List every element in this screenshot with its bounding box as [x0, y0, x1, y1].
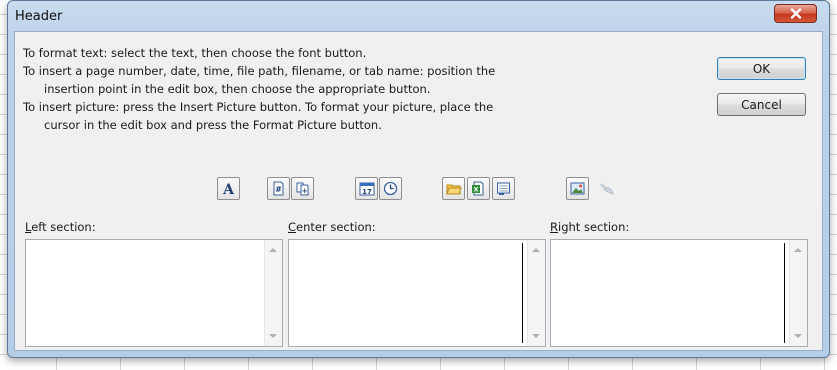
svg-text:#: # — [275, 185, 282, 194]
svg-text:+: + — [302, 187, 308, 195]
excel-file-icon: X — [472, 181, 484, 196]
insert-page-number-button[interactable]: # — [267, 177, 290, 200]
text-caret — [784, 243, 785, 343]
instructions: To format text: select the text, then ch… — [23, 44, 495, 134]
text-caret — [522, 243, 523, 343]
ok-button[interactable]: OK — [717, 57, 806, 80]
instruction-line: To format text: select the text, then ch… — [23, 46, 367, 60]
instruction-line: To insert picture: press the Insert Pict… — [23, 100, 494, 114]
dialog-titlebar[interactable]: Header — [8, 1, 829, 31]
clock-icon — [383, 181, 398, 196]
scroll-up-icon[interactable] — [794, 248, 802, 252]
format-text-button[interactable]: A — [217, 177, 240, 200]
page-number-icon: # — [273, 181, 284, 196]
scroll-up-icon[interactable] — [269, 248, 277, 252]
dialog-client-area: To format text: select the text, then ch… — [14, 31, 823, 351]
left-section-label: Left section: — [25, 220, 96, 234]
close-button[interactable] — [774, 4, 817, 23]
svg-text:17: 17 — [362, 188, 372, 196]
scroll-up-icon[interactable] — [532, 248, 540, 252]
svg-text:A: A — [222, 182, 235, 196]
font-A-icon: A — [222, 182, 235, 196]
dialog-title: Header — [15, 9, 63, 24]
format-picture-icon — [599, 183, 614, 196]
instruction-line: cursor in the edit box and press the For… — [44, 118, 382, 132]
close-x-icon — [790, 8, 801, 19]
format-picture-button[interactable] — [595, 177, 618, 200]
insert-picture-button[interactable] — [566, 177, 589, 200]
insert-time-button[interactable] — [379, 177, 402, 200]
header-dialog: Header To format text: select the text, … — [7, 0, 830, 358]
insert-date-button[interactable]: 17 — [355, 177, 378, 200]
insert-file-path-button[interactable] — [442, 177, 465, 200]
insert-file-name-button[interactable]: X — [467, 177, 490, 200]
left-section-scrollbar[interactable] — [264, 240, 282, 346]
calendar-icon: 17 — [359, 182, 374, 196]
left-section-text[interactable] — [26, 240, 264, 346]
right-section-label: Right section: — [550, 220, 630, 234]
center-section-label: Center section: — [288, 220, 376, 234]
sheet-tab-icon — [497, 182, 510, 195]
center-section-text[interactable] — [289, 240, 527, 346]
right-section-editbox[interactable] — [550, 239, 808, 347]
insert-sheet-name-button[interactable] — [492, 177, 515, 200]
right-section-scrollbar[interactable] — [789, 240, 807, 346]
instruction-line: To insert a page number, date, time, fil… — [23, 64, 496, 78]
center-section-scrollbar[interactable] — [527, 240, 545, 346]
folder-icon — [445, 184, 462, 195]
svg-text:X: X — [473, 186, 478, 194]
right-section-text[interactable] — [551, 240, 789, 346]
left-section-editbox[interactable] — [25, 239, 283, 347]
picture-icon — [570, 182, 585, 195]
center-section-editbox[interactable] — [288, 239, 546, 347]
insert-number-of-pages-button[interactable]: + — [291, 177, 314, 200]
cancel-button[interactable]: Cancel — [717, 93, 806, 116]
number-of-pages-icon: + — [296, 182, 309, 196]
scroll-down-icon[interactable] — [794, 334, 802, 338]
scroll-down-icon[interactable] — [269, 334, 277, 338]
scroll-down-icon[interactable] — [532, 334, 540, 338]
instruction-line: insertion point in the edit box, then ch… — [44, 82, 431, 96]
